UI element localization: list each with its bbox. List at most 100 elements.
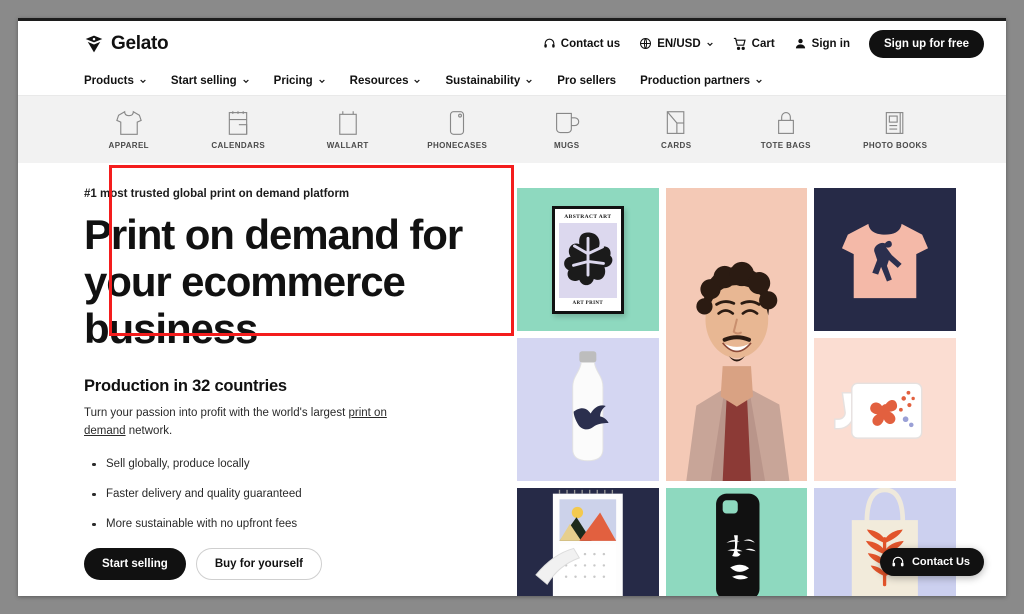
contact-us-widget-label: Contact Us: [911, 556, 970, 568]
wall-calendar-product: [517, 488, 659, 596]
nav-label: Pricing: [273, 74, 313, 87]
tile-bottle[interactable]: [517, 338, 659, 481]
nav-item-products[interactable]: Products: [84, 75, 147, 87]
category-phonecases[interactable]: PHONECASES: [403, 110, 513, 150]
nav-item-production-partners[interactable]: Production partners: [640, 75, 763, 87]
category-wallart[interactable]: WALLART: [293, 110, 403, 150]
start-selling-button[interactable]: Start selling: [84, 547, 186, 580]
category-calendars[interactable]: CALENDARS: [184, 110, 294, 150]
locale-label: EN/USD: [657, 37, 701, 50]
hero-benefit-list: Sell globally, produce locally Faster de…: [84, 458, 504, 530]
card-icon: [667, 110, 685, 134]
nav-item-resources[interactable]: Resources: [350, 75, 422, 87]
nav-item-pro-sellers[interactable]: Pro sellers: [557, 75, 616, 87]
water-bottle-product: [517, 338, 659, 475]
headset-icon: [892, 556, 904, 567]
globe-icon: [640, 38, 652, 49]
list-item: Faster delivery and quality guaranteed: [84, 488, 504, 500]
nav-label: Pro sellers: [557, 74, 617, 87]
list-item: Sell globally, produce locally: [84, 458, 504, 470]
totebag-icon: [777, 111, 794, 134]
category-label: PHOTO BOOKS: [863, 140, 928, 150]
nav-item-sustainability[interactable]: Sustainability: [445, 75, 533, 87]
person-icon: [795, 38, 805, 49]
tile-tote-bag[interactable]: [814, 488, 956, 596]
tile-portrait[interactable]: [665, 188, 808, 481]
contact-us-link[interactable]: Contact us: [543, 37, 620, 50]
locale-selector[interactable]: EN/USD: [639, 37, 713, 50]
chevron-down-icon: [414, 79, 421, 83]
logo-text: Gelato: [111, 32, 169, 54]
hero-section: #1 most trusted global print on demand p…: [18, 163, 1006, 596]
category-tote-bags[interactable]: TOTE BAGS: [731, 110, 841, 150]
nav-item-start-selling[interactable]: Start selling: [171, 75, 250, 87]
contact-us-widget[interactable]: Contact Us: [879, 548, 984, 576]
tile-tshirt[interactable]: [814, 188, 956, 331]
nav-item-pricing[interactable]: Pricing: [274, 75, 326, 87]
pink-tshirt-product: [842, 223, 929, 298]
category-strip: APPAREL CALENDARS WALLART PHONECASES MUG…: [18, 96, 1006, 163]
browser-viewport: Gelato Contact us EN/USD Cart Sign in Si…: [18, 18, 1006, 596]
category-label: PHONECASES: [427, 140, 488, 150]
poster-artwork: [558, 222, 617, 298]
poster-title: ABSTRACT ART: [564, 213, 612, 220]
headset-icon: [544, 38, 555, 48]
header-utility-nav: Contact us EN/USD Cart Sign in Sign up f…: [543, 29, 984, 58]
calendar-icon: [229, 110, 248, 135]
poster-caption: ART PRINT: [572, 300, 604, 306]
chevron-down-icon: [706, 42, 713, 46]
mug-icon: [555, 112, 580, 133]
tile-phonecase[interactable]: [665, 488, 808, 596]
nav-label: Production partners: [640, 74, 750, 87]
category-apparel[interactable]: APPAREL: [74, 110, 184, 150]
smiling-man-portrait: [665, 188, 808, 481]
sign-up-button[interactable]: Sign up for free: [869, 29, 984, 58]
abstract-shape-icon: [563, 231, 613, 285]
gelato-logo[interactable]: Gelato: [84, 32, 169, 55]
category-cards[interactable]: CARDS: [622, 110, 732, 150]
sign-in-link[interactable]: Sign in: [794, 37, 850, 50]
phonecase-icon: [450, 110, 465, 135]
cart-label: Cart: [751, 37, 775, 50]
chevron-down-icon: [242, 79, 249, 83]
mug-product: [814, 338, 956, 475]
tile-mug[interactable]: [814, 338, 956, 481]
hero-description-part2: network.: [125, 424, 173, 437]
category-label: TOTE BAGS: [760, 140, 811, 150]
chevron-down-icon: [318, 79, 325, 83]
hero-eyebrow: #1 most trusted global print on demand p…: [84, 188, 350, 200]
cart-link[interactable]: Cart: [733, 37, 775, 51]
phone-case-product: [665, 488, 808, 596]
chevron-down-icon: [756, 79, 762, 83]
nav-label: Products: [84, 74, 134, 87]
tote-bag-product: [814, 488, 956, 596]
framed-poster: ABSTRACT ART ART PRINT: [551, 205, 624, 314]
category-photo-books[interactable]: PHOTO BOOKS: [841, 110, 951, 150]
main-nav: Products Start selling Pricing Resources…: [18, 66, 1006, 96]
nav-label: Sustainability: [445, 74, 521, 87]
category-label: CALENDARS: [211, 140, 266, 150]
category-label: MUGS: [553, 140, 580, 150]
frame-icon: [338, 110, 357, 135]
hero-product-grid: ABSTRACT ART ART PRINT: [504, 163, 1006, 596]
tile-calendar[interactable]: [517, 488, 659, 596]
site-header: Gelato Contact us EN/USD Cart Sign in Si…: [18, 21, 1006, 66]
gelato-diamond-logo-icon: [85, 35, 103, 52]
hero-description: Turn your passion into profit with the w…: [84, 405, 419, 441]
photobook-icon: [886, 111, 904, 134]
buy-for-yourself-button[interactable]: Buy for yourself: [195, 547, 323, 580]
chevron-down-icon: [526, 79, 533, 83]
category-label: APPAREL: [108, 140, 149, 150]
contact-us-label: Contact us: [560, 37, 621, 50]
sign-in-label: Sign in: [811, 37, 851, 50]
cart-icon: [733, 37, 746, 50]
nav-label: Start selling: [170, 74, 237, 87]
category-mugs[interactable]: MUGS: [512, 110, 622, 150]
nav-label: Resources: [349, 74, 409, 87]
hero-cta-group: Start selling Buy for yourself: [84, 547, 504, 580]
page-title: Print on demand for your ecommerce busin…: [84, 211, 463, 353]
tile-art-print[interactable]: ABSTRACT ART ART PRINT: [517, 188, 659, 331]
list-item: More sustainable with no upfront fees: [84, 518, 504, 530]
category-label: WALLART: [326, 140, 369, 150]
hero-copy-column: #1 most trusted global print on demand p…: [84, 163, 514, 596]
